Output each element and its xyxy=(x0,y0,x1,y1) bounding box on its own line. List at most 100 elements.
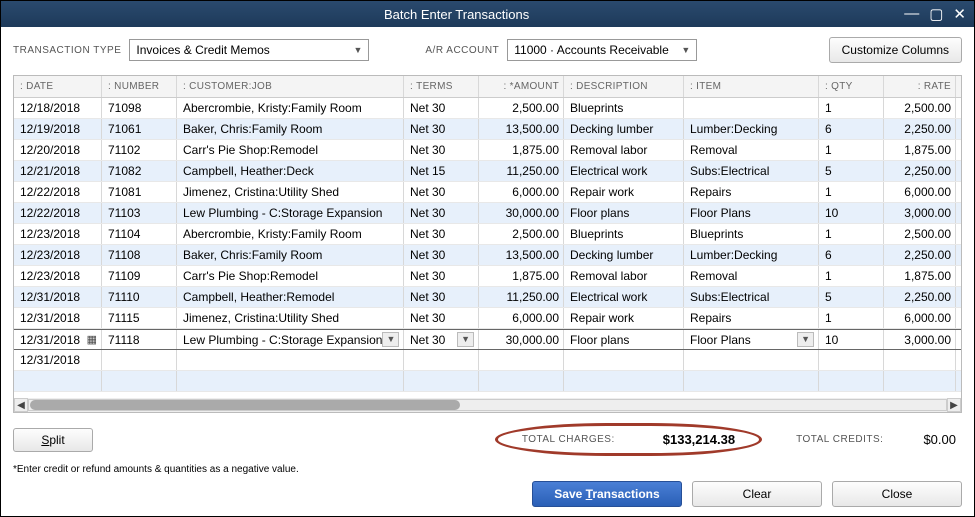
cell-customer[interactable]: Jimenez, Cristina:Utility Shed xyxy=(177,308,404,328)
cell-rate[interactable]: 3,000.00 xyxy=(884,203,956,223)
cell-description[interactable]: Decking lumber xyxy=(564,245,684,265)
close-icon[interactable]: ✕ xyxy=(953,5,966,23)
chevron-down-icon[interactable]: ▼ xyxy=(797,332,814,347)
cell-customer[interactable]: Lew Plumbing - C:Storage Expansion xyxy=(177,203,404,223)
cell-date[interactable] xyxy=(14,371,102,391)
cell-terms[interactable] xyxy=(404,350,479,370)
cell-number[interactable]: 71109 xyxy=(102,266,177,286)
cell-customer[interactable]: Carr's Pie Shop:Remodel xyxy=(177,266,404,286)
cell-amount[interactable]: 11,250.00 xyxy=(479,287,564,307)
cell-terms[interactable]: Net 30 xyxy=(404,224,479,244)
cell-description[interactable] xyxy=(564,371,684,391)
table-row[interactable]: 12/23/201871108Baker, Chris:Family RoomN… xyxy=(14,245,961,266)
cell-date[interactable]: 12/22/2018 xyxy=(14,203,102,223)
scroll-right-icon[interactable]: ▶ xyxy=(947,398,961,412)
cell-item[interactable]: Repairs xyxy=(684,182,819,202)
col-header-customer[interactable]: : CUSTOMER:JOB xyxy=(177,76,404,97)
cell-date[interactable]: 12/18/2018 xyxy=(14,98,102,118)
cell-item[interactable]: Subs:Electrical xyxy=(684,161,819,181)
minimize-icon[interactable]: — xyxy=(904,5,919,23)
chevron-down-icon[interactable]: ▼ xyxy=(457,332,474,347)
col-header-qty[interactable]: : QTY xyxy=(819,76,884,97)
cell-rate[interactable]: 2,250.00 xyxy=(884,161,956,181)
cell-qty[interactable]: 10 xyxy=(819,330,884,349)
cell-qty[interactable] xyxy=(819,371,884,391)
cell-rate[interactable]: 1,875.00 xyxy=(884,140,956,160)
table-row[interactable]: 12/21/201871082Campbell, Heather:DeckNet… xyxy=(14,161,961,182)
cell-item[interactable] xyxy=(684,350,819,370)
cell-description[interactable]: Floor plans xyxy=(564,203,684,223)
cell-item[interactable] xyxy=(684,98,819,118)
close-button[interactable]: Close xyxy=(832,481,962,507)
cell-amount[interactable]: 13,500.00 xyxy=(479,119,564,139)
cell-item[interactable]: Removal xyxy=(684,140,819,160)
cell-date[interactable]: 12/22/2018 xyxy=(14,182,102,202)
cell-terms[interactable]: Net 30▼ xyxy=(404,330,479,349)
save-transactions-button[interactable]: Save Transactions xyxy=(532,481,682,507)
scroll-thumb[interactable] xyxy=(30,400,460,410)
cell-terms[interactable]: Net 30 xyxy=(404,182,479,202)
cell-date[interactable]: 12/19/2018 xyxy=(14,119,102,139)
cell-number[interactable]: 71102 xyxy=(102,140,177,160)
cell-customer[interactable]: Carr's Pie Shop:Remodel xyxy=(177,140,404,160)
cell-description[interactable]: Repair work xyxy=(564,308,684,328)
cell-date[interactable]: 12/31/2018 xyxy=(14,308,102,328)
col-header-amount[interactable]: : *AMOUNT xyxy=(479,76,564,97)
cell-qty[interactable]: 1 xyxy=(819,98,884,118)
cell-item[interactable]: Blueprints xyxy=(684,224,819,244)
table-row[interactable]: 12/19/201871061Baker, Chris:Family RoomN… xyxy=(14,119,961,140)
cell-amount[interactable]: 11,250.00 xyxy=(479,161,564,181)
cell-item[interactable]: Repairs xyxy=(684,308,819,328)
cell-description[interactable]: Decking lumber xyxy=(564,119,684,139)
cell-rate[interactable]: 1,875.00 xyxy=(884,266,956,286)
cell-terms[interactable]: Net 30 xyxy=(404,98,479,118)
cell-number[interactable]: 71081 xyxy=(102,182,177,202)
table-row[interactable]: 12/23/201871109Carr's Pie Shop:RemodelNe… xyxy=(14,266,961,287)
cell-terms[interactable]: Net 15 xyxy=(404,161,479,181)
cell-number[interactable] xyxy=(102,350,177,370)
cell-date[interactable]: 12/23/2018 xyxy=(14,266,102,286)
cell-qty[interactable]: 1 xyxy=(819,140,884,160)
cell-date[interactable]: 12/20/2018 xyxy=(14,140,102,160)
cell-date[interactable]: 12/31/2018 xyxy=(14,287,102,307)
cell-description[interactable]: Floor plans xyxy=(564,330,684,349)
cell-amount[interactable]: 6,000.00 xyxy=(479,182,564,202)
scroll-left-icon[interactable]: ◀ xyxy=(14,398,28,412)
cell-amount[interactable]: 1,875.00 xyxy=(479,266,564,286)
cell-customer[interactable]: Campbell, Heather:Remodel xyxy=(177,287,404,307)
cell-item[interactable]: Removal xyxy=(684,266,819,286)
cell-description[interactable] xyxy=(564,350,684,370)
cell-description[interactable]: Electrical work xyxy=(564,161,684,181)
cell-terms[interactable]: Net 30 xyxy=(404,245,479,265)
cell-amount[interactable]: 2,500.00 xyxy=(479,224,564,244)
cell-item[interactable]: Lumber:Decking xyxy=(684,245,819,265)
cell-amount[interactable]: 2,500.00 xyxy=(479,98,564,118)
cell-rate[interactable]: 6,000.00 xyxy=(884,182,956,202)
cell-customer[interactable]: Abercrombie, Kristy:Family Room xyxy=(177,98,404,118)
cell-number[interactable]: 71118 xyxy=(102,330,177,349)
cell-description[interactable]: Removal labor xyxy=(564,266,684,286)
cell-qty[interactable]: 1 xyxy=(819,182,884,202)
cell-qty[interactable]: 6 xyxy=(819,119,884,139)
cell-terms[interactable]: Net 30 xyxy=(404,287,479,307)
cell-rate[interactable]: 3,000.00 xyxy=(884,330,956,349)
cell-number[interactable]: 71103 xyxy=(102,203,177,223)
cell-amount[interactable] xyxy=(479,350,564,370)
cell-rate[interactable]: 2,250.00 xyxy=(884,245,956,265)
cell-item[interactable]: Floor Plans▼ xyxy=(684,330,819,349)
cell-description[interactable]: Repair work xyxy=(564,182,684,202)
cell-amount[interactable]: 30,000.00 xyxy=(479,203,564,223)
cell-rate[interactable] xyxy=(884,350,956,370)
chevron-down-icon[interactable]: ▼ xyxy=(382,332,399,347)
cell-number[interactable] xyxy=(102,371,177,391)
cell-description[interactable]: Blueprints xyxy=(564,224,684,244)
cell-rate[interactable]: 2,500.00 xyxy=(884,224,956,244)
ar-account-dropdown[interactable]: 11000 · Accounts Receivable ▼ xyxy=(507,39,697,61)
col-header-terms[interactable]: : TERMS xyxy=(404,76,479,97)
cell-number[interactable]: 71115 xyxy=(102,308,177,328)
cell-amount[interactable] xyxy=(479,371,564,391)
cell-qty[interactable]: 5 xyxy=(819,161,884,181)
cell-date[interactable]: 12/23/2018 xyxy=(14,224,102,244)
cell-number[interactable]: 71061 xyxy=(102,119,177,139)
cell-customer[interactable]: Jimenez, Cristina:Utility Shed xyxy=(177,182,404,202)
